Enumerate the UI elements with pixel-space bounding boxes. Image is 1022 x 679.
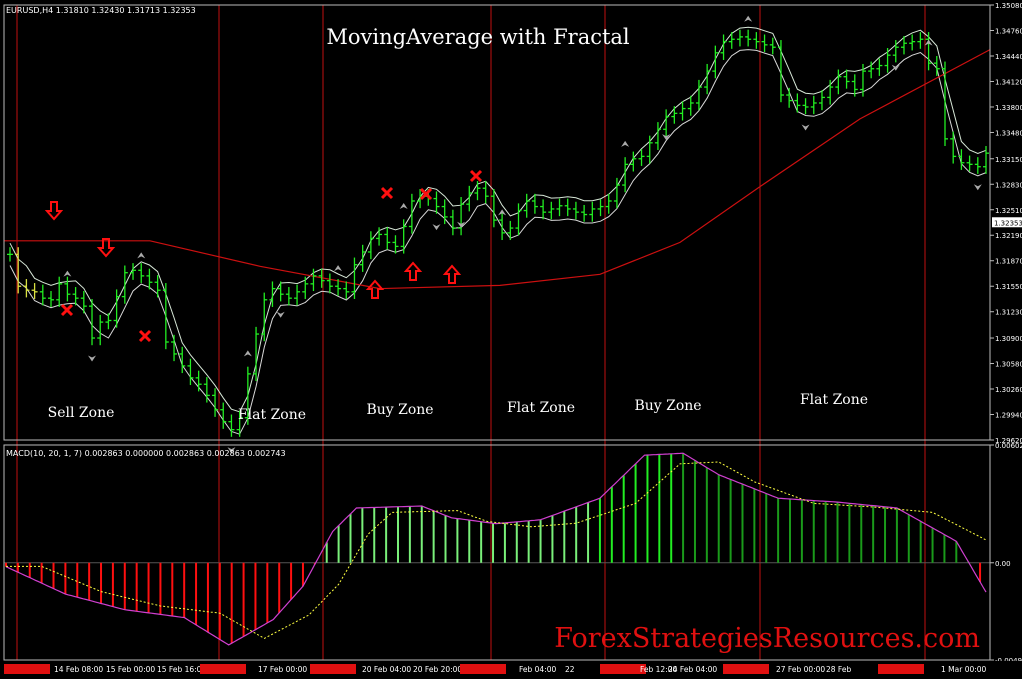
macd-label: MACD(10, 20, 1, 7) 0.002863 0.000000 0.0… [6, 449, 286, 458]
macd-tick-label: 0.00 [995, 560, 1011, 568]
current-price-label: 1.32353 [994, 219, 1022, 227]
price-tick-label: 1.31870 [995, 258, 1022, 266]
price-tick-label: 1.35080 [995, 2, 1022, 10]
price-tick-label: 1.32190 [995, 232, 1022, 240]
macd-tick-label: 0.00602 [995, 442, 1022, 450]
zone-label: Buy Zone [634, 398, 701, 414]
time-axis-label: 14 Feb 08:00 [54, 665, 103, 674]
zone-label: Sell Zone [48, 405, 115, 421]
time-axis-highlight [4, 664, 50, 674]
watermark: ForexStrategiesResources.com [554, 623, 980, 654]
price-tick-label: 1.29940 [995, 412, 1022, 420]
time-axis: 14 Feb 08:00 15 Feb 00:00 15 Feb 16:00 17 F… [0, 661, 1022, 679]
price-tick-label: 1.33800 [995, 104, 1022, 112]
price-tick-label: 1.32830 [995, 181, 1022, 189]
time-axis-label: 24 Feb 04:00 [668, 665, 717, 674]
time-axis-label: 15 Feb 16:00 [157, 665, 206, 674]
time-axis-highlight [310, 664, 356, 674]
price-tick-label: 1.31550 [995, 283, 1022, 291]
chart-canvas: 1.35080 1.34760 1.34440 1.34120 1.33800 1.334… [0, 0, 1022, 679]
time-axis-label: 20 Feb 20:00 [413, 665, 462, 674]
chart-title: MovingAverage with Fractal [326, 25, 630, 49]
price-tick-label: 1.34440 [995, 53, 1022, 61]
price-tick-label: 1.30580 [995, 361, 1022, 369]
time-axis-highlight [460, 664, 506, 674]
price-tick-label: 1.32510 [995, 207, 1022, 215]
time-axis-label: Feb 04:00 [519, 665, 557, 674]
time-axis-highlight [878, 664, 924, 674]
zone-label: Buy Zone [366, 402, 433, 418]
time-axis-label: 22 [565, 665, 575, 674]
zone-label: Flat Zone [507, 400, 575, 416]
price-tick-label: 1.34760 [995, 27, 1022, 35]
price-tick-label: 1.33480 [995, 129, 1022, 137]
symbol-info: EURUSD,H4 1.31810 1.32430 1.31713 1.3235… [6, 6, 196, 15]
time-axis-label: 27 Feb 00:00 [776, 665, 825, 674]
zone-label: Flat Zone [800, 392, 868, 408]
time-axis-label: 1 Mar 00:00 [941, 665, 987, 674]
price-tick-label: 1.34120 [995, 78, 1022, 86]
price-tick-label: 1.31230 [995, 309, 1022, 317]
background [0, 0, 1022, 679]
time-axis-label: 28 Feb [826, 665, 851, 674]
time-axis-highlight [200, 664, 246, 674]
time-axis-highlight [723, 664, 769, 674]
price-tick-label: 1.30260 [995, 386, 1022, 394]
time-axis-label: 20 Feb 04:00 [362, 665, 411, 674]
zone-label: Flat Zone [238, 407, 306, 423]
price-tick-label: 1.33150 [995, 156, 1022, 164]
price-tick-label: 1.30900 [995, 335, 1022, 343]
time-axis-label: 15 Feb 00:00 [106, 665, 155, 674]
time-axis-label: 17 Feb 00:00 [258, 665, 307, 674]
